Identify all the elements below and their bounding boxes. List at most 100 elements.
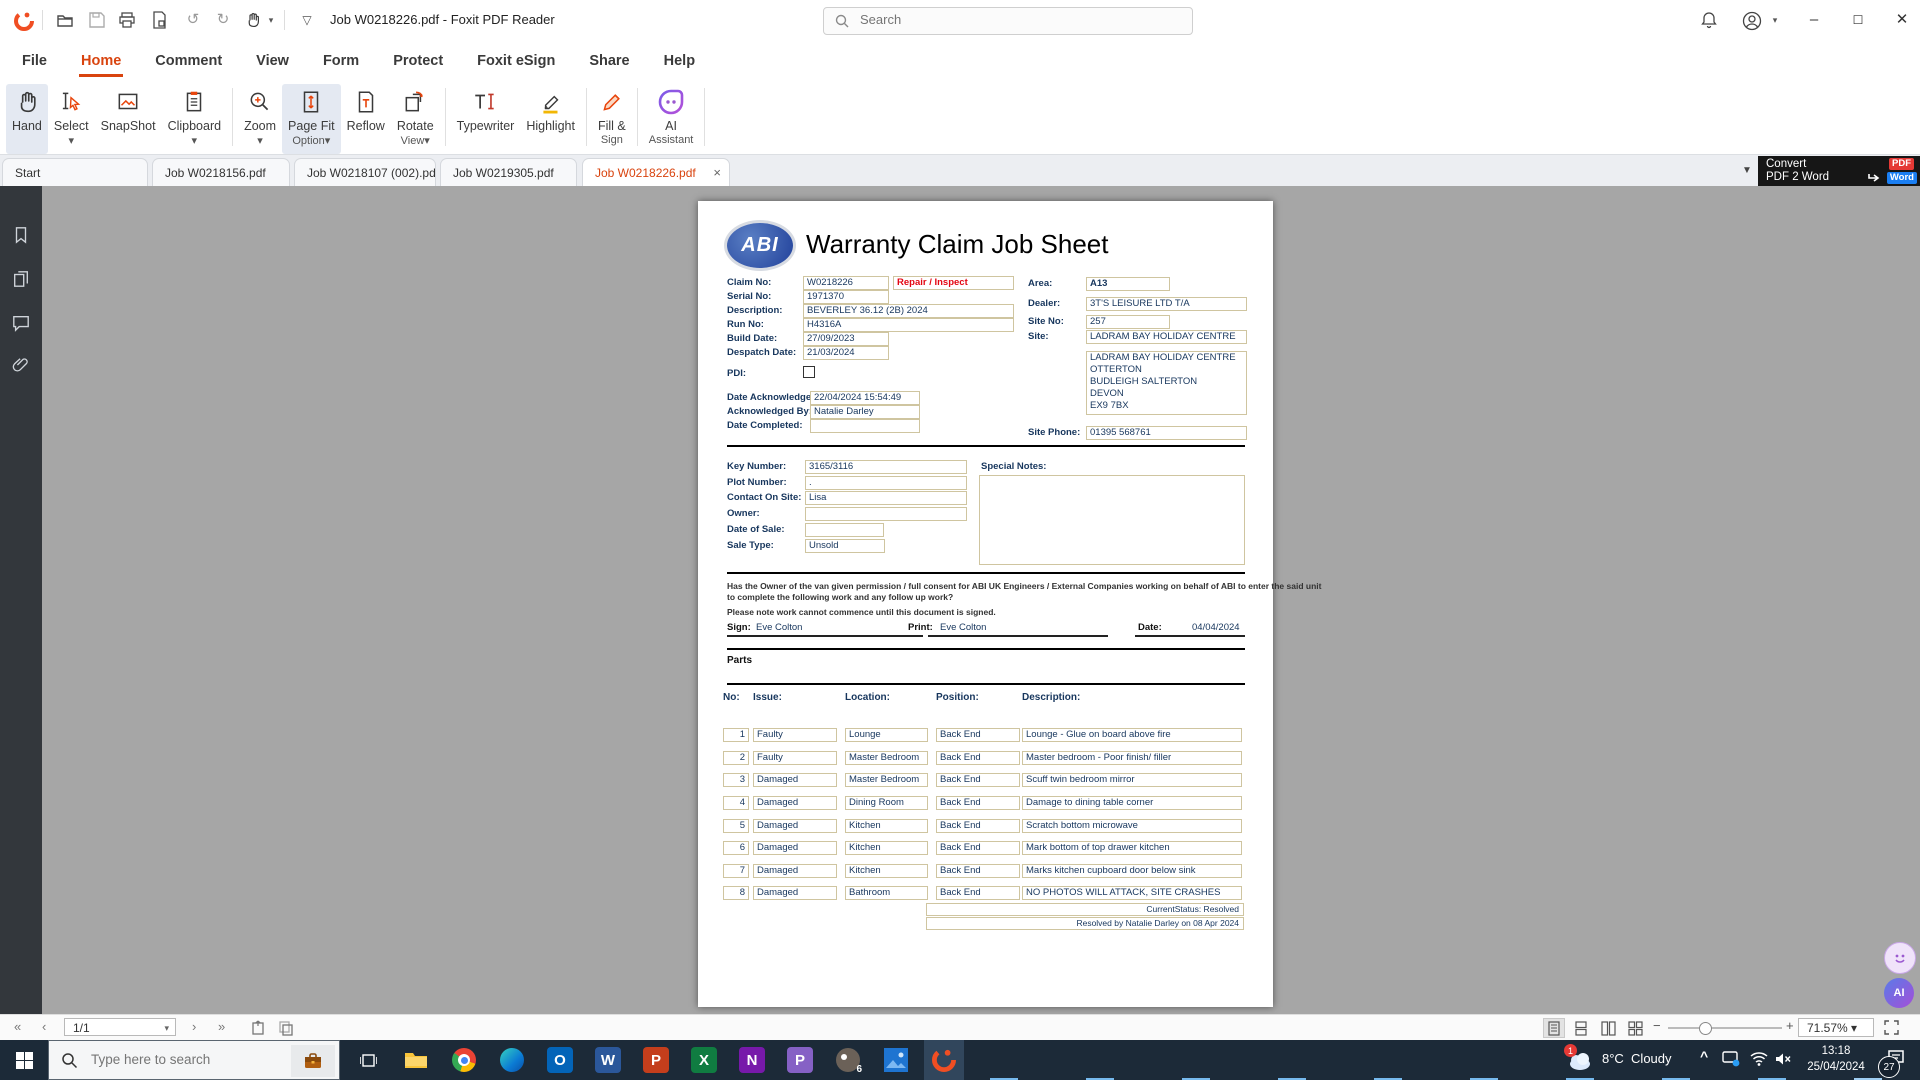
feedback-smiley-button[interactable]	[1884, 942, 1916, 974]
tab-start[interactable]: Start	[2, 158, 148, 186]
undo-icon[interactable]: ↺	[184, 11, 202, 29]
menu-file[interactable]: File	[20, 47, 49, 75]
dealer-field[interactable]: 3T'S LEISURE LTD T/A	[1086, 297, 1247, 311]
row-position-field[interactable]: Back End	[936, 819, 1020, 833]
pages-panel-icon[interactable]	[12, 270, 30, 288]
serial-no-field[interactable]: 1971370	[803, 290, 889, 304]
hand-tool-caret-icon[interactable]: ▾	[262, 11, 280, 29]
menu-protect[interactable]: Protect	[391, 47, 445, 75]
row-no-field[interactable]: 3	[723, 773, 749, 787]
last-page-button[interactable]: »	[218, 1019, 225, 1034]
sign-value[interactable]: Eve Colton	[756, 622, 802, 633]
print-icon[interactable]	[118, 11, 136, 29]
taskbar-onenote-icon[interactable]: N	[732, 1040, 772, 1080]
snapshot-button[interactable]: SnapShot	[95, 84, 162, 154]
menu-form[interactable]: Form	[321, 47, 361, 75]
search-input[interactable]	[858, 11, 1182, 28]
taskbar-search-box[interactable]	[48, 1040, 340, 1080]
row-issue-field[interactable]: Damaged	[753, 841, 837, 855]
close-button[interactable]: ✕	[1880, 0, 1920, 40]
tray-chevron-up-icon[interactable]: ^	[1700, 1048, 1708, 1064]
tab-close-icon[interactable]: ×	[713, 159, 721, 186]
row-position-field[interactable]: Back End	[936, 751, 1020, 765]
row-location-field[interactable]: Master Bedroom	[845, 773, 928, 787]
row-issue-field[interactable]: Damaged	[753, 796, 837, 810]
tab-job-w0218107[interactable]: Job W0218107 (002).pdf	[294, 158, 436, 186]
highlight-button[interactable]: Highlight	[520, 84, 581, 154]
facing-continuous-view-button[interactable]	[1624, 1018, 1646, 1038]
previous-page-button[interactable]: ‹	[42, 1019, 46, 1034]
row-description-field[interactable]: Marks kitchen cupboard door below sink	[1022, 864, 1242, 878]
menu-share[interactable]: Share	[587, 47, 631, 75]
hand-button[interactable]: Hand	[6, 84, 48, 154]
row-position-field[interactable]: Back End	[936, 864, 1020, 878]
save-icon[interactable]	[88, 11, 106, 29]
row-location-field[interactable]: Kitchen	[845, 819, 928, 833]
zoom-slider-thumb[interactable]	[1699, 1022, 1712, 1035]
row-description-field[interactable]: NO PHOTOS WILL ATTACK, SITE CRASHES	[1022, 886, 1242, 900]
despatch-date-field[interactable]: 21/03/2024	[803, 346, 889, 360]
row-location-field[interactable]: Master Bedroom	[845, 751, 928, 765]
taskbar-foxit-icon-active[interactable]	[924, 1040, 964, 1080]
tab-overflow-dropdown-icon[interactable]: ▼	[1742, 165, 1752, 176]
page-setup-icon[interactable]	[150, 11, 168, 29]
document-view-area[interactable]: ABI Warranty Claim Job Sheet Claim No: S…	[42, 186, 1920, 1014]
pdf-page[interactable]: ABI Warranty Claim Job Sheet Claim No: S…	[698, 201, 1273, 1007]
hand-tool-icon[interactable]	[244, 11, 262, 29]
date-completed-field[interactable]	[810, 419, 920, 433]
fill-sign-button[interactable]: Fill & Sign	[592, 84, 632, 154]
row-position-field[interactable]: Back End	[936, 728, 1020, 742]
taskbar-edge-icon[interactable]	[492, 1040, 532, 1080]
plot-number-field[interactable]: .	[805, 476, 967, 490]
taskbar-photos-icon[interactable]	[876, 1040, 916, 1080]
row-issue-field[interactable]: Damaged	[753, 819, 837, 833]
next-view-icon[interactable]	[278, 1020, 294, 1041]
sale-type-field[interactable]: Unsold	[805, 539, 885, 553]
row-location-field[interactable]: Kitchen	[845, 841, 928, 855]
owner-field[interactable]	[805, 507, 967, 521]
site-phone-field[interactable]: 01395 568761	[1086, 426, 1247, 440]
menu-view[interactable]: View	[254, 47, 291, 75]
reflow-button[interactable]: Reflow	[341, 84, 391, 154]
single-page-view-button[interactable]	[1543, 1018, 1565, 1038]
account-avatar-icon[interactable]	[1742, 11, 1760, 29]
date-value[interactable]: 04/04/2024	[1192, 622, 1240, 633]
row-description-field[interactable]: Scuff twin bedroom mirror	[1022, 773, 1242, 787]
row-description-field[interactable]: Master bedroom - Poor finish/ filler	[1022, 751, 1242, 765]
row-location-field[interactable]: Kitchen	[845, 864, 928, 878]
row-description-field[interactable]: Mark bottom of top drawer kitchen	[1022, 841, 1242, 855]
claim-no-field[interactable]: W0218226	[803, 276, 889, 290]
row-position-field[interactable]: Back End	[936, 796, 1020, 810]
taskbar-search-input[interactable]	[89, 1051, 283, 1068]
cortana-briefcase-icon[interactable]	[291, 1045, 335, 1077]
key-number-field[interactable]: 3165/3116	[805, 460, 967, 474]
typewriter-button[interactable]: Typewriter	[451, 84, 521, 154]
redo-icon[interactable]: ↻	[214, 11, 232, 29]
row-issue-field[interactable]: Faulty	[753, 751, 837, 765]
row-description-field[interactable]: Lounge - Glue on board above fire	[1022, 728, 1242, 742]
tab-job-w0218226-active[interactable]: Job W0218226.pdf ×	[582, 158, 730, 186]
menu-comment[interactable]: Comment	[153, 47, 224, 75]
task-view-button[interactable]	[348, 1040, 388, 1080]
date-acknowledged-field[interactable]: 22/04/2024 15:54:49	[810, 391, 920, 405]
zoom-button[interactable]: Zoom ▾	[238, 84, 282, 154]
tray-display-sync-icon[interactable]	[1722, 1051, 1740, 1072]
build-date-field[interactable]: 27/09/2023	[803, 332, 889, 346]
convert-pdf-to-word-ad[interactable]: Convert PDF 2 Word PDF Word	[1758, 156, 1920, 186]
page-number-box[interactable]: 1/1 ▾	[64, 1018, 176, 1036]
row-no-field[interactable]: 7	[723, 864, 749, 878]
row-position-field[interactable]: Back End	[936, 886, 1020, 900]
taskbar-file-explorer-icon[interactable]	[396, 1040, 436, 1080]
facing-view-button[interactable]	[1597, 1018, 1619, 1038]
first-page-button[interactable]: «	[14, 1019, 21, 1034]
rotate-view-button[interactable]: Rotate View▾	[391, 84, 440, 154]
minimize-button[interactable]: –	[1792, 0, 1836, 40]
description-field[interactable]: BEVERLEY 36.12 (2B) 2024	[803, 304, 1014, 318]
select-button[interactable]: Select ▾	[48, 84, 95, 154]
row-issue-field[interactable]: Damaged	[753, 886, 837, 900]
row-description-field[interactable]: Scratch bottom microwave	[1022, 819, 1242, 833]
row-description-field[interactable]: Damage to dining table corner	[1022, 796, 1242, 810]
taskbar-gimp-icon[interactable]: 6	[828, 1040, 868, 1080]
account-caret-icon[interactable]: ▾	[1766, 11, 1784, 29]
zoom-level-box[interactable]: 71.57% ▾	[1798, 1018, 1874, 1037]
